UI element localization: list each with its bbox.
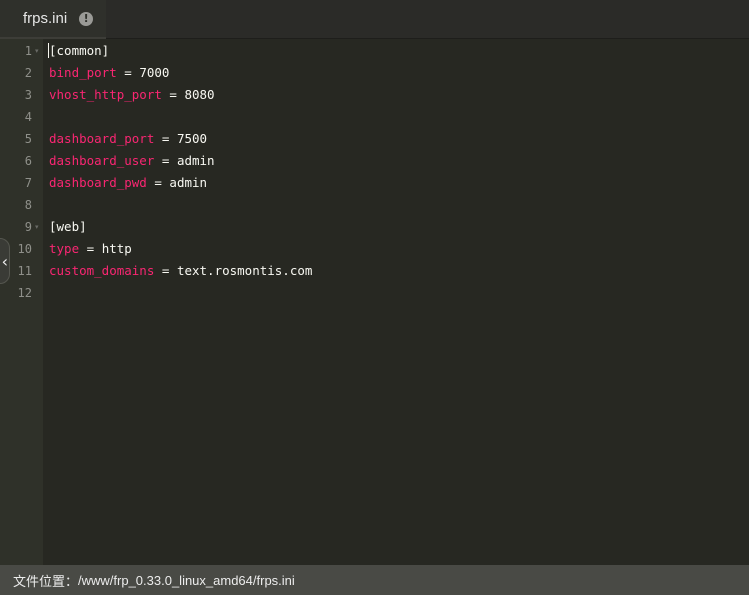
line-number: 5 bbox=[24, 132, 32, 146]
code-line[interactable]: [web] bbox=[49, 216, 87, 238]
file-path: /www/frp_0.33.0_linux_amd64/frps.ini bbox=[78, 572, 295, 588]
ini-value: 7500 bbox=[176, 131, 208, 146]
code-line[interactable]: custom_domains = text.rosmontis.com bbox=[49, 260, 312, 282]
ini-operator: = bbox=[146, 175, 170, 190]
ini-key: dashboard_user bbox=[49, 153, 155, 168]
line-number: 4 bbox=[24, 110, 32, 124]
tab-close-icon[interactable]: ! bbox=[79, 11, 94, 26]
ini-key: bind_port bbox=[49, 65, 117, 80]
ini-operator: = bbox=[116, 65, 140, 80]
ini-key: dashboard_port bbox=[49, 131, 155, 146]
tab-bar: frps.ini ! bbox=[0, 0, 749, 39]
line-number: 12 bbox=[17, 286, 32, 300]
ini-operator: = bbox=[154, 263, 177, 278]
ini-operator: = bbox=[154, 153, 177, 168]
code-line[interactable]: type = http bbox=[49, 238, 132, 260]
code-line[interactable]: dashboard_pwd = admin bbox=[49, 172, 207, 194]
file-location-label: 文件位置： bbox=[13, 574, 79, 590]
ini-operator: = bbox=[154, 131, 177, 146]
ini-key: vhost_http_port bbox=[49, 87, 162, 102]
code-line[interactable]: dashboard_port = 7500 bbox=[49, 128, 207, 150]
line-number: 9 bbox=[24, 220, 32, 234]
ini-key: custom_domains bbox=[49, 263, 155, 278]
ini-value: admin bbox=[176, 153, 215, 168]
code-line[interactable]: [common] bbox=[49, 40, 109, 62]
ini-value: 7000 bbox=[139, 65, 170, 80]
text-cursor bbox=[48, 43, 49, 58]
line-number-gutter: 1 ▾ 2 3 4 5 6 7 8 9 ▾ 10 11 12 bbox=[0, 39, 43, 565]
ini-value: text.rosmontis.com bbox=[176, 263, 313, 278]
ini-operator: = bbox=[161, 87, 185, 102]
line-number: 3 bbox=[24, 88, 32, 102]
ini-key: dashboard_pwd bbox=[49, 175, 147, 190]
line-number: 6 bbox=[24, 154, 32, 168]
code-line[interactable]: vhost_http_port = 8080 bbox=[49, 84, 215, 106]
fold-toggle-icon[interactable]: ▾ bbox=[35, 216, 39, 238]
tab-frps-ini[interactable]: frps.ini ! bbox=[0, 0, 106, 39]
line-number: 2 bbox=[24, 66, 32, 80]
ini-value: http bbox=[101, 241, 132, 256]
fold-toggle-icon[interactable]: ▾ bbox=[35, 40, 39, 62]
ini-value: admin bbox=[169, 175, 208, 190]
ini-section-header: [web] bbox=[49, 219, 87, 234]
line-number: 1 bbox=[24, 44, 32, 58]
collapse-panel-chevron-icon[interactable]: ‹ bbox=[0, 238, 10, 284]
code-line[interactable]: dashboard_user = admin bbox=[49, 150, 215, 172]
code-editor[interactable]: 1 ▾ 2 3 4 5 6 7 8 9 ▾ 10 11 12 [common] bind_port = 70… bbox=[0, 39, 749, 565]
tab-title: frps.ini bbox=[23, 10, 68, 27]
ini-section-header: [common] bbox=[49, 43, 110, 58]
line-number: 8 bbox=[24, 198, 32, 212]
line-number: 7 bbox=[24, 176, 32, 190]
status-bar: 文件位置： /www/frp_0.33.0_linux_amd64/frps.i… bbox=[0, 565, 749, 595]
ini-key: type bbox=[49, 241, 80, 256]
ini-value: 8080 bbox=[184, 87, 215, 102]
code-line[interactable]: bind_port = 7000 bbox=[49, 62, 169, 84]
ini-operator: = bbox=[79, 241, 102, 256]
